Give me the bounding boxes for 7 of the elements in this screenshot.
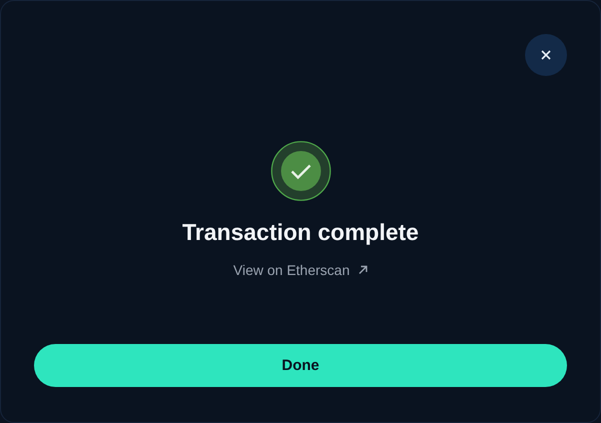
close-icon (541, 50, 551, 60)
close-button[interactable] (525, 34, 567, 76)
dialog-title: Transaction complete (182, 218, 419, 246)
done-button[interactable]: Done (34, 344, 567, 387)
checkmark-icon (270, 141, 330, 201)
etherscan-link[interactable]: View on Etherscan (233, 261, 368, 279)
external-link-icon (358, 265, 368, 275)
